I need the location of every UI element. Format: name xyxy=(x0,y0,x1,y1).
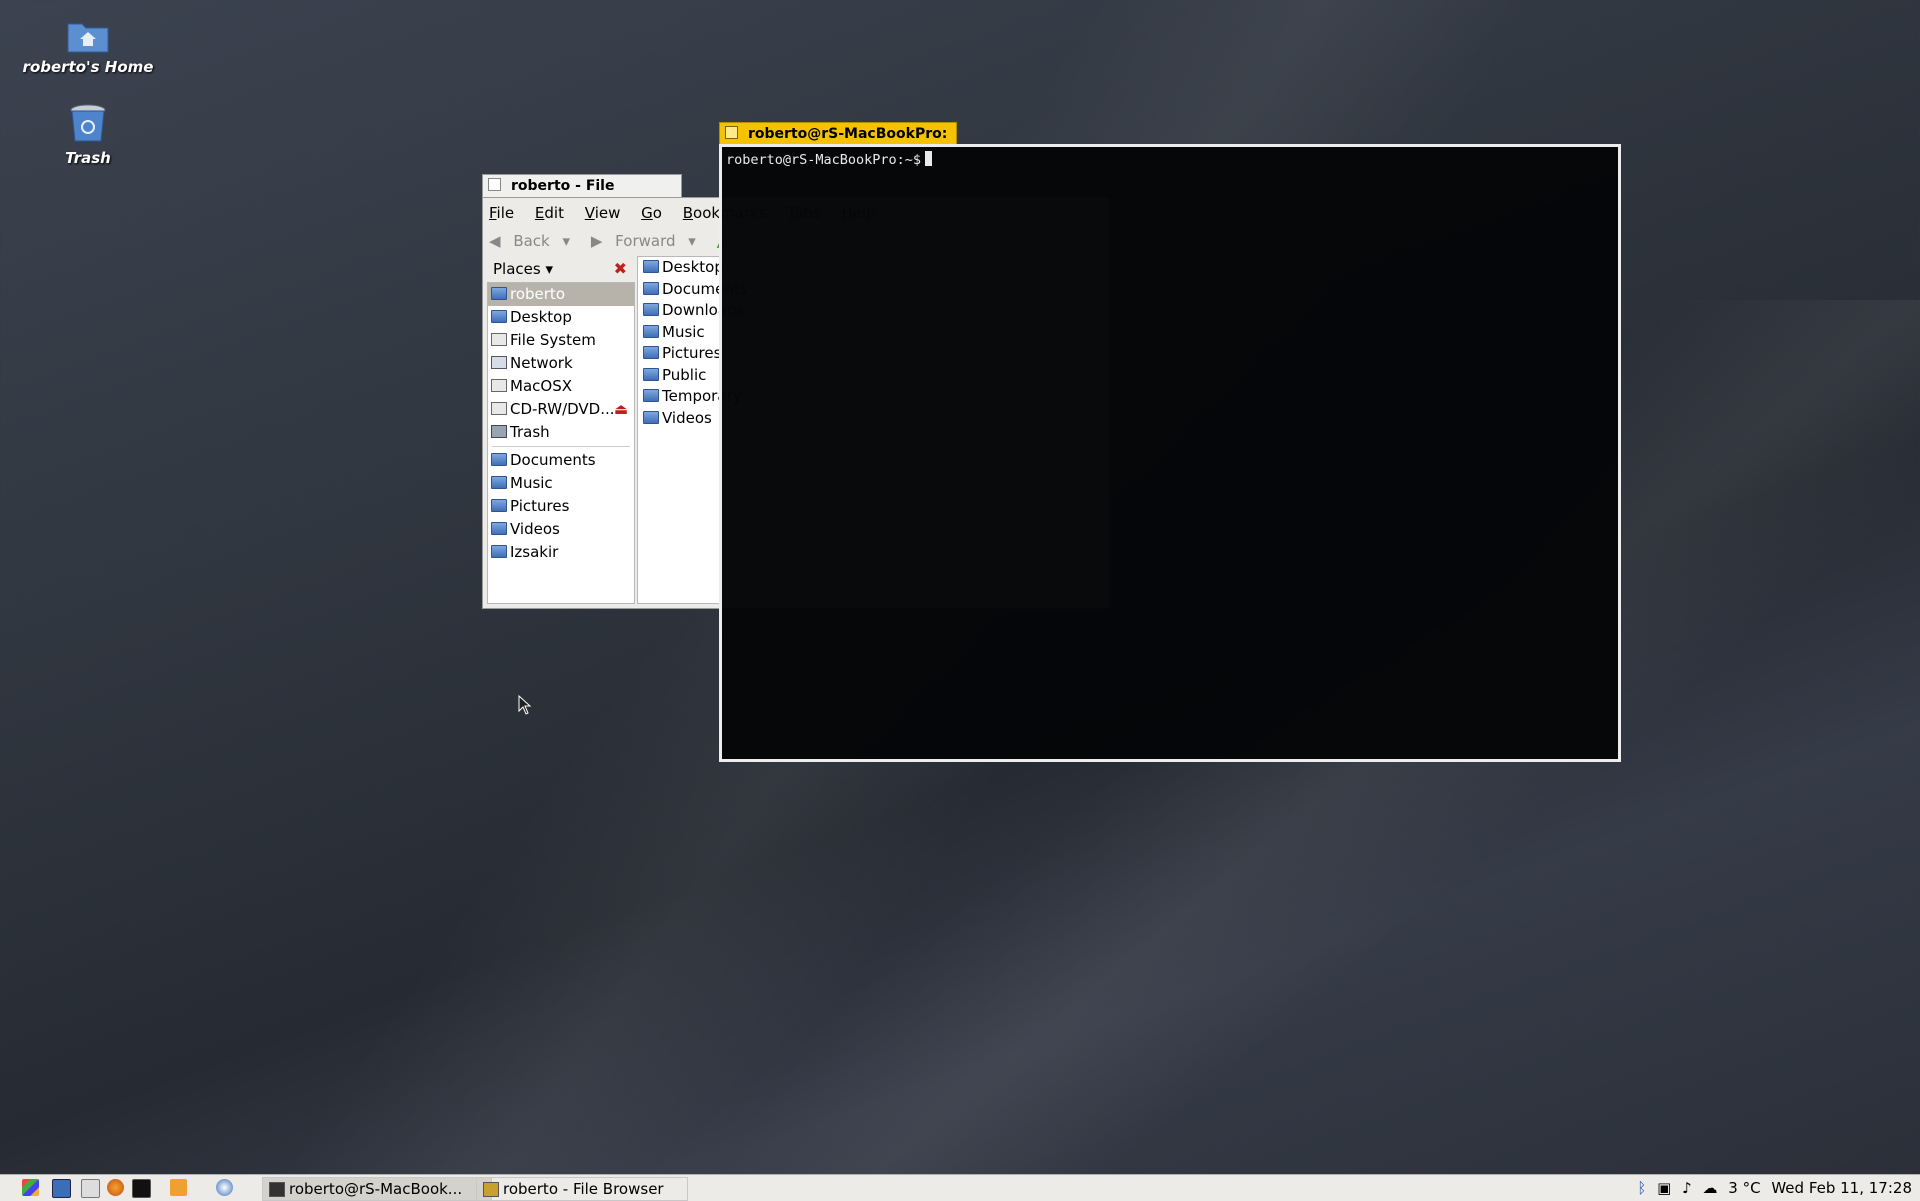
folder-icon xyxy=(643,346,659,359)
folder-icon xyxy=(643,281,659,295)
trash-icon xyxy=(491,425,507,438)
file-browser-titlebar[interactable]: roberto - File Browser xyxy=(482,174,682,216)
weather-launcher-icon[interactable] xyxy=(170,1179,187,1196)
window-menu-icon[interactable] xyxy=(488,178,501,191)
menu-edit[interactable]: Edit xyxy=(535,204,564,222)
weather-icon[interactable]: ☁ xyxy=(1702,1179,1717,1197)
volume-icon[interactable]: ♪ xyxy=(1682,1179,1692,1197)
eject-icon[interactable]: ⏏ xyxy=(614,398,628,421)
menu-view[interactable]: View xyxy=(585,204,621,222)
trash-icon xyxy=(70,104,106,142)
sidebar-item-cdrw[interactable]: CD-RW/DVD... ⏏ xyxy=(488,398,634,421)
places-dropdown[interactable]: Places ▾ xyxy=(493,260,553,278)
terminal-launcher-icon[interactable] xyxy=(132,1179,151,1198)
desktop-icon-trash[interactable]: Trash xyxy=(13,101,163,167)
task-file-browser[interactable]: roberto - File Browser xyxy=(476,1177,688,1201)
folder-icon xyxy=(643,389,659,402)
sidebar-item-videos[interactable]: Videos xyxy=(488,518,634,541)
folder-icon xyxy=(491,310,507,323)
places-sidebar: roberto Desktop File System Network MacO… xyxy=(487,282,635,604)
sidebar-divider xyxy=(492,446,630,447)
chevron-down-icon: ▾ xyxy=(688,232,696,250)
sidebar-item-music[interactable]: Music xyxy=(488,472,634,495)
folder-icon xyxy=(643,303,659,316)
back-arrow-icon: ◀ xyxy=(489,232,501,250)
terminal-window: roberto@rS-MacBookPro: ~ roberto@rS-MacB… xyxy=(719,122,1625,764)
network-status-icon[interactable]: ▣ xyxy=(1657,1179,1671,1197)
forward-arrow-icon: ▶ xyxy=(590,232,603,250)
desktop-icon-label: roberto's Home xyxy=(22,58,154,76)
terminal-cursor xyxy=(925,151,933,166)
desktop-icon-home[interactable]: roberto's Home xyxy=(13,18,163,76)
taskbar: roberto@rS-MacBook... roberto - File Bro… xyxy=(0,1174,1920,1201)
sidebar-item-roberto[interactable]: roberto xyxy=(488,283,634,306)
drive-icon xyxy=(491,333,507,346)
file-browser-task-icon xyxy=(483,1182,499,1197)
sidebar-item-pictures[interactable]: Pictures xyxy=(488,495,634,518)
folder-icon xyxy=(491,522,507,535)
folder-icon xyxy=(491,545,507,558)
sidebar-item-izsakir[interactable]: Izsakir xyxy=(488,541,634,564)
optical-drive-icon xyxy=(491,402,507,415)
home-folder-icon xyxy=(67,23,109,53)
folder-icon xyxy=(643,367,659,381)
mail-icon[interactable] xyxy=(81,1179,100,1198)
sidebar-item-trash[interactable]: Trash xyxy=(488,421,634,444)
sidebar-item-macosx[interactable]: MacOSX xyxy=(488,375,634,398)
terminal-area[interactable]: roberto@rS-MacBookPro:~$ xyxy=(719,144,1621,762)
terminal-task-icon xyxy=(269,1182,285,1197)
back-button[interactable]: ◀ Back ▾ xyxy=(489,232,578,250)
update-icon[interactable] xyxy=(216,1179,233,1196)
show-desktop-icon[interactable] xyxy=(52,1179,71,1198)
terminal-prompt: roberto@rS-MacBookPro:~$ xyxy=(726,152,922,168)
folder-icon xyxy=(491,476,507,489)
terminal-prompt-line: roberto@rS-MacBookPro:~$ xyxy=(726,151,933,168)
folder-icon xyxy=(491,453,507,466)
folder-icon xyxy=(643,410,659,424)
toolbar: ◀ Back ▾ ▶ Forward ▾ ▲ xyxy=(489,232,736,256)
temperature-readout[interactable]: 3 °C xyxy=(1728,1179,1760,1197)
desktop-icon-label: Trash xyxy=(65,149,111,167)
folder-icon xyxy=(643,324,659,338)
sidebar-item-file-system[interactable]: File System xyxy=(488,329,634,352)
chevron-down-icon: ▾ xyxy=(562,232,571,250)
task-terminal[interactable]: roberto@rS-MacBook... xyxy=(262,1177,492,1201)
places-header[interactable]: Places ▾ ✖ xyxy=(487,256,633,282)
bluetooth-icon[interactable]: ᛒ xyxy=(1637,1179,1646,1197)
sidebar-item-desktop[interactable]: Desktop xyxy=(488,306,634,329)
folder-icon xyxy=(491,499,507,512)
window-menu-icon[interactable] xyxy=(725,126,738,139)
chevron-down-icon: ▾ xyxy=(545,260,554,278)
sidebar-item-network[interactable]: Network xyxy=(488,352,634,375)
home-icon xyxy=(491,287,507,300)
drive-icon xyxy=(491,379,507,392)
sidebar-item-documents[interactable]: Documents xyxy=(488,449,634,472)
close-sidebar-icon[interactable]: ✖ xyxy=(614,256,627,282)
folder-icon xyxy=(643,260,659,273)
system-tray: ᛒ ▣ ♪ ☁ 3 °C Wed Feb 11, 17:28 xyxy=(1631,1175,1912,1201)
menu-go[interactable]: Go xyxy=(641,204,662,222)
menu-file[interactable]: File xyxy=(489,204,514,222)
network-icon xyxy=(491,356,507,369)
firefox-icon[interactable] xyxy=(107,1179,124,1196)
terminal-titlebar[interactable]: roberto@rS-MacBookPro: ~ xyxy=(719,122,957,164)
mouse-pointer-icon xyxy=(518,695,532,715)
forward-button[interactable]: ▶ Forward ▾ xyxy=(591,232,704,250)
clock[interactable]: Wed Feb 11, 17:28 xyxy=(1771,1179,1912,1197)
applications-menu-icon[interactable] xyxy=(22,1179,39,1196)
